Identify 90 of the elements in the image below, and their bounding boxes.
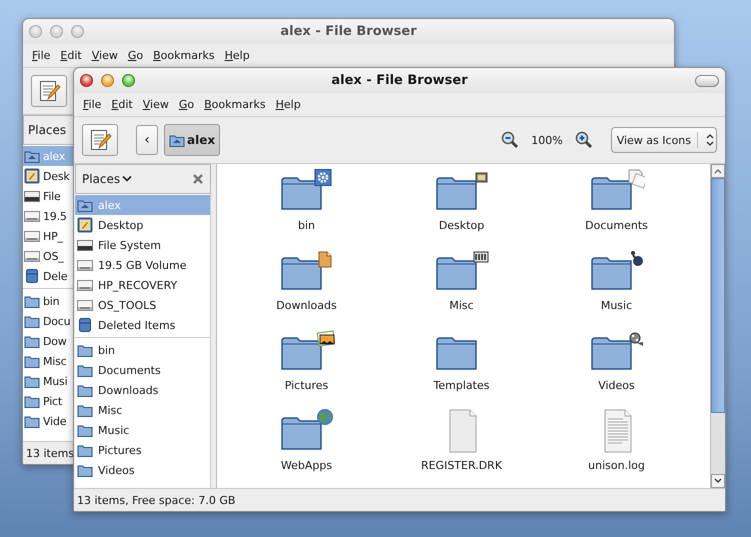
places-label: Places [82, 172, 120, 186]
sidebar-item[interactable]: 19.5 GB Volume [75, 255, 210, 275]
sidebar-item[interactable]: Downloads [75, 380, 210, 400]
path-button[interactable]: alex [164, 124, 220, 156]
menu-item[interactable]: Bookmarks [199, 96, 271, 113]
zoom-in-icon [574, 131, 593, 149]
sidebar-item[interactable]: File [23, 186, 73, 206]
zoom-in-button[interactable] [574, 131, 593, 149]
window-title: alex - File Browser [280, 24, 417, 39]
maximize-button[interactable] [122, 74, 135, 87]
window-title: alex - File Browser [331, 73, 468, 88]
edit-button[interactable] [31, 75, 67, 107]
menu-item[interactable]: Go [122, 47, 148, 64]
desktop-icon [77, 217, 93, 233]
zoom-level: 100% [531, 134, 563, 146]
folder-item[interactable]: bin [229, 169, 384, 249]
view-mode-dropdown[interactable]: View as Icons [610, 127, 717, 153]
sidebar-item[interactable]: Documents [75, 360, 210, 380]
folder-item[interactable]: Misc [384, 249, 539, 329]
menu-item[interactable]: View [138, 96, 174, 113]
sidebar-item[interactable]: bin [75, 340, 210, 360]
back-button[interactable]: ‹ [136, 125, 158, 155]
menu-item[interactable]: Edit [106, 96, 138, 113]
folder-icon [278, 249, 334, 293]
menu-item[interactable]: View [86, 47, 123, 64]
sidebar-item[interactable]: Pict [23, 391, 73, 411]
document-item[interactable]: unison.log [539, 409, 694, 489]
notepad-pencil-icon [37, 79, 61, 103]
sidebar-item[interactable]: Desk [23, 166, 73, 186]
folder-item[interactable]: Desktop [384, 169, 539, 249]
folder-icon [278, 169, 334, 213]
sidebar-item[interactable]: OS_TOOLS [75, 295, 210, 315]
folder-item[interactable]: WebApps [229, 409, 384, 489]
sidebar-item[interactable]: Misc [75, 400, 210, 420]
folder-icon [278, 329, 334, 373]
sidebar-item[interactable]: Deleted Items [75, 315, 210, 335]
up-down-arrows-icon [704, 133, 716, 147]
sidebar-item[interactable]: HP_RECOVERY [75, 275, 210, 295]
menu-item[interactable]: Edit [55, 47, 87, 64]
sidebar-item[interactable]: Dele [23, 266, 73, 286]
sidebar-item[interactable]: Docu [23, 311, 73, 331]
menu-item[interactable]: Go [174, 96, 200, 113]
sidebar-item[interactable]: 19.5 [23, 206, 73, 226]
trash-icon [77, 317, 93, 333]
close-button[interactable] [80, 74, 93, 87]
sidebar-item[interactable]: Musi [23, 371, 73, 391]
sidebar-item[interactable]: File System [75, 235, 210, 255]
folder-icon [278, 409, 334, 453]
menu-item[interactable]: File [78, 96, 106, 113]
sidebar-item[interactable]: HP_ [23, 226, 73, 246]
sidebar-item[interactable]: Misc [23, 351, 73, 371]
sidebar-item[interactable]: OS_ [23, 246, 73, 266]
menu-item[interactable]: Help [270, 96, 306, 113]
folder-item[interactable]: Templates [384, 329, 539, 409]
desktop-icon [24, 168, 40, 184]
sidebar-item[interactable]: Videos [75, 460, 210, 480]
folder-item[interactable]: Documents [539, 169, 694, 249]
status-text: 13 items [26, 446, 74, 460]
sidebar-item[interactable]: Dow [23, 331, 73, 351]
sidebar-item[interactable]: Desktop [75, 215, 210, 235]
zoom-out-button[interactable] [501, 131, 520, 149]
sidebar-item[interactable]: Pictures [75, 440, 210, 460]
minimize-button[interactable] [101, 74, 114, 87]
drive-icon [77, 237, 93, 253]
folder-item[interactable]: Pictures [229, 329, 384, 409]
chevron-down-icon [122, 175, 132, 183]
folder-item[interactable]: Music [539, 249, 694, 329]
scrollbar[interactable] [710, 164, 725, 488]
menu-item[interactable]: Help [220, 47, 255, 64]
folder-item[interactable]: Downloads [229, 249, 384, 329]
folder-item[interactable]: Videos [539, 329, 694, 409]
folder-icon [588, 169, 644, 213]
zoom-out-icon [501, 131, 520, 149]
folder-icon [588, 249, 644, 293]
menu-item[interactable]: Bookmarks [148, 47, 220, 64]
places-header[interactable]: Places [75, 164, 211, 194]
folder-icon [434, 249, 490, 293]
toolbar-toggle-button[interactable] [695, 75, 719, 87]
edit-button[interactable] [82, 124, 118, 156]
sidebar-item[interactable]: Music [75, 420, 210, 440]
sidebar-item[interactable]: Vide [23, 411, 73, 431]
notepad-pencil-icon [88, 128, 112, 152]
close-icon [192, 173, 204, 185]
document-item[interactable]: REGISTER.DRK [384, 409, 539, 489]
trash-icon [24, 268, 40, 284]
scrollbar-thumb[interactable] [711, 178, 725, 413]
sidebar-item[interactable]: bin [23, 291, 73, 311]
status-text: 13 items, Free space: 7.0 GB [77, 494, 236, 506]
places-label: Places [28, 123, 66, 137]
menu-item[interactable]: File [27, 47, 56, 64]
